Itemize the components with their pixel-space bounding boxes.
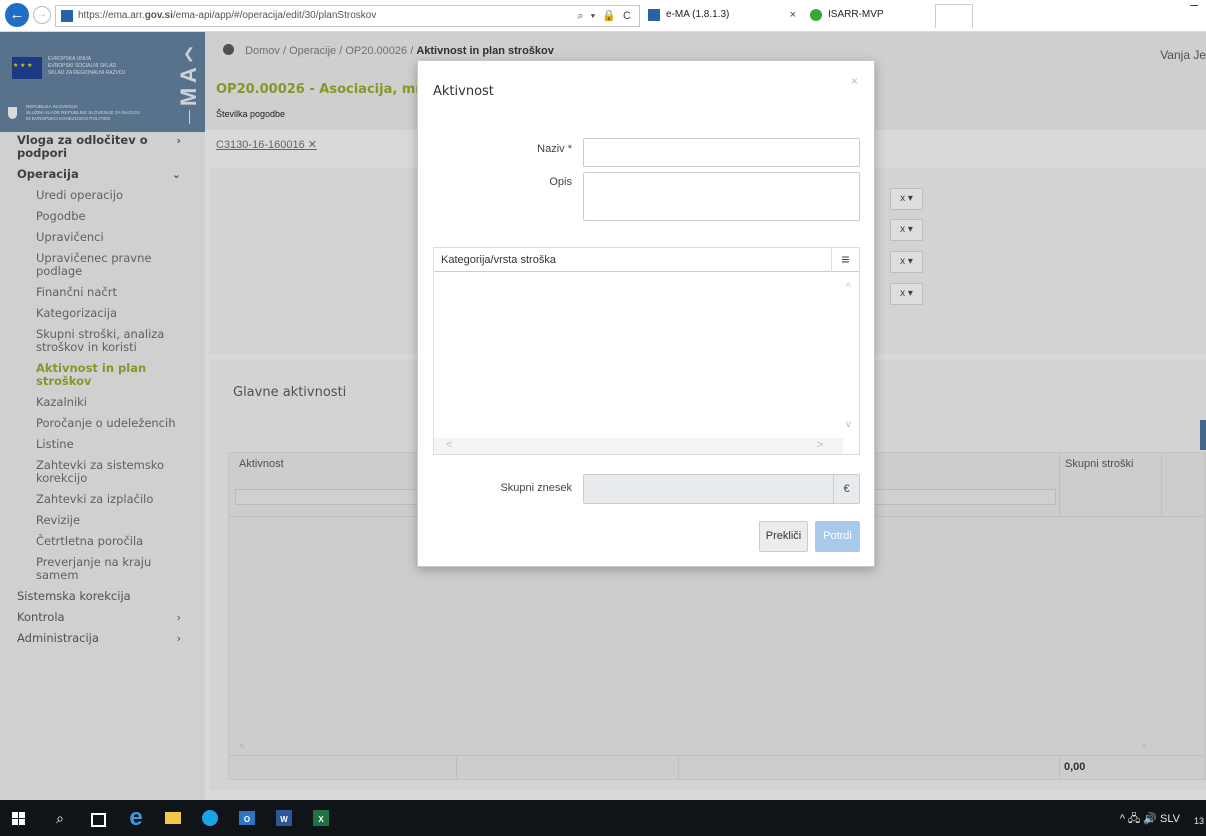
new-tab-button[interactable] xyxy=(935,4,973,28)
taskbar: ⌕ e O W X ^ 🖧 🔊 SLV 13 xyxy=(0,800,1206,836)
search-icon[interactable]: ⌕ xyxy=(49,807,71,829)
cancel-button[interactable]: Prekliči xyxy=(759,521,808,552)
outlook-icon[interactable]: O xyxy=(236,807,258,829)
address-bar[interactable]: https://ema.arr.gov.si/ema-api/app/#/ope… xyxy=(55,5,640,27)
internet-explorer-icon[interactable]: e xyxy=(125,806,147,830)
outlook-letter: O xyxy=(243,815,251,824)
address-tools[interactable]: ⌕ ▾ 🔒 C xyxy=(577,6,633,26)
skype-icon[interactable] xyxy=(199,807,221,829)
tab-ema[interactable]: e-MA (1.8.1.3) × xyxy=(642,4,802,28)
total-amount-label: Skupni znesek xyxy=(500,482,572,494)
windows-start-icon[interactable] xyxy=(8,807,30,829)
tab-close-icon[interactable]: × xyxy=(790,4,796,26)
system-tray[interactable]: ^ 🖧 🔊 SLV xyxy=(1120,810,1180,829)
word-icon[interactable]: W xyxy=(273,807,295,829)
close-icon[interactable]: × xyxy=(851,74,858,88)
url-domain: gov.si xyxy=(144,10,173,21)
activity-dialog: Aktivnost × Naziv * Opis Kategorija/vrst… xyxy=(417,60,875,567)
name-label: Naziv * xyxy=(537,143,572,155)
word-letter: W xyxy=(280,815,288,824)
category-horizontal-scrollbar[interactable]: < > xyxy=(434,438,843,454)
category-grid-header: Kategorija/vrsta stroška xyxy=(434,248,859,272)
window-minimize-button[interactable]: – xyxy=(1190,0,1198,12)
excel-icon[interactable]: X xyxy=(310,807,332,829)
tab-ema-label: e-MA (1.8.1.3) xyxy=(666,9,730,20)
scroll-up-icon[interactable]: ^ xyxy=(846,282,851,293)
clock[interactable]: 13 xyxy=(1194,816,1204,826)
ema-tab-icon xyxy=(648,9,660,21)
description-label: Opis xyxy=(549,176,572,188)
url-prefix: https://ema.arr. xyxy=(78,10,145,21)
total-amount-field: € xyxy=(583,474,860,504)
url-rest: /ema-api/app/#/operacija/edit/30/planStr… xyxy=(172,10,377,21)
category-column-header[interactable]: Kategorija/vrsta stroška xyxy=(441,254,556,266)
site-icon xyxy=(61,10,73,22)
dialog-title: Aktivnost xyxy=(433,84,494,99)
euro-icon: € xyxy=(833,475,859,503)
browser-toolbar: ← → https://ema.arr.gov.si/ema-api/app/#… xyxy=(0,0,1206,32)
file-explorer-icon[interactable] xyxy=(162,807,184,829)
excel-letter: X xyxy=(318,815,324,824)
category-vertical-scrollbar[interactable]: ^ v xyxy=(843,272,859,440)
tab-isarr-label: ISARR-MVP xyxy=(828,9,884,20)
confirm-button[interactable]: Potrdi xyxy=(815,521,860,552)
isarr-tab-icon xyxy=(810,9,822,21)
scroll-down-icon[interactable]: v xyxy=(846,419,851,430)
column-menu-icon[interactable]: ≡ xyxy=(831,248,859,272)
forward-button[interactable]: → xyxy=(33,6,51,24)
description-input[interactable] xyxy=(583,172,860,221)
scroll-right-icon[interactable]: > xyxy=(817,439,823,451)
category-grid: Kategorija/vrsta stroška ≡ ^ v < > xyxy=(433,247,860,455)
name-input[interactable] xyxy=(583,138,860,167)
back-button[interactable]: ← xyxy=(5,3,29,27)
task-view-icon[interactable] xyxy=(86,807,108,829)
scroll-left-icon[interactable]: < xyxy=(446,439,452,451)
tab-isarr[interactable]: ISARR-MVP xyxy=(804,4,932,28)
